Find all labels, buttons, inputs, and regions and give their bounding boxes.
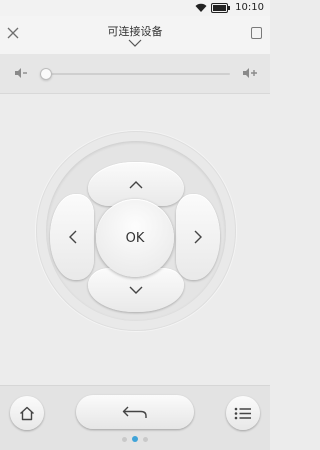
chevron-up-icon bbox=[129, 180, 143, 188]
chevron-left-icon bbox=[68, 230, 76, 244]
battery-icon bbox=[211, 2, 231, 13]
volume-slider[interactable] bbox=[39, 68, 230, 80]
volume-down-icon[interactable] bbox=[14, 67, 28, 79]
status-icons: 10:10 bbox=[195, 2, 264, 13]
menu-list-icon bbox=[234, 407, 251, 419]
status-time: 10:10 bbox=[235, 2, 264, 13]
ok-label: OK bbox=[125, 230, 145, 246]
menu-button[interactable] bbox=[226, 396, 260, 430]
ok-button[interactable]: OK bbox=[96, 199, 174, 277]
volume-up-icon[interactable] bbox=[242, 67, 258, 79]
page-title[interactable]: 可连接设备 bbox=[0, 23, 270, 39]
volume-slider-thumb[interactable] bbox=[39, 68, 52, 80]
home-icon bbox=[20, 406, 34, 420]
dpad-left-button[interactable] bbox=[50, 194, 94, 280]
chevron-down-icon[interactable] bbox=[128, 39, 142, 47]
page-dot[interactable] bbox=[143, 436, 148, 442]
dpad-area: OK bbox=[0, 95, 270, 385]
page-indicator bbox=[0, 436, 270, 442]
title-bar: 可连接设备 bbox=[0, 16, 270, 54]
home-button[interactable] bbox=[10, 396, 44, 430]
bottom-bar bbox=[0, 385, 270, 450]
page-dot[interactable] bbox=[132, 436, 138, 442]
chevron-right-icon bbox=[194, 230, 202, 244]
page-dot[interactable] bbox=[122, 436, 127, 442]
back-button[interactable] bbox=[76, 395, 194, 429]
volume-bar bbox=[0, 54, 270, 94]
chevron-down-icon bbox=[129, 286, 143, 294]
status-bar: 10:10 bbox=[0, 0, 270, 16]
square-icon[interactable] bbox=[251, 27, 262, 39]
wifi-icon bbox=[195, 3, 207, 12]
back-arrow-icon bbox=[122, 406, 147, 418]
